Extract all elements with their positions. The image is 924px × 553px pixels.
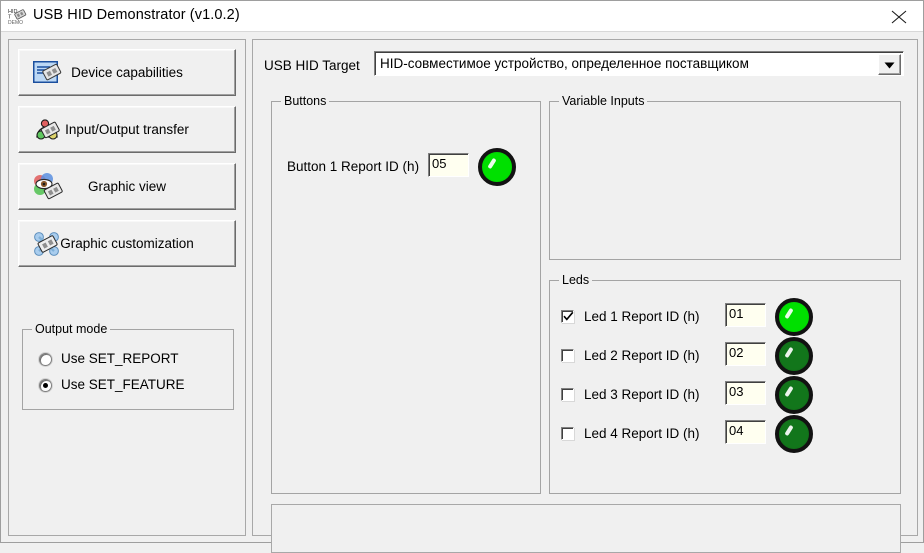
graphic-view-label: Graphic view bbox=[87, 179, 167, 194]
led2-indicator bbox=[775, 337, 813, 375]
usb-hid-target-value: HID-совместимое устройство, определенное… bbox=[380, 56, 749, 71]
button1-report-id-label: Button 1 Report ID (h) bbox=[287, 159, 420, 174]
output-mode-group: Output mode Use SET_REPORT Use SET_FEATU… bbox=[22, 322, 234, 410]
radio-use-set-report-indicator[interactable] bbox=[39, 353, 52, 366]
usb-hid-target-label: USB HID Target bbox=[264, 58, 360, 73]
graphic-view-button[interactable]: Graphic view bbox=[18, 163, 236, 210]
variable-inputs-group: Variable Inputs bbox=[549, 94, 901, 260]
device-capabilities-button[interactable]: Device capabilities bbox=[18, 49, 236, 96]
led2-label: Led 2 Report ID (h) bbox=[584, 348, 700, 363]
title-bar: HID T DEMO USB HID Demonstrator (v1.0.2) bbox=[1, 1, 923, 32]
led1-label: Led 1 Report ID (h) bbox=[584, 309, 700, 324]
led3-label: Led 3 Report ID (h) bbox=[584, 387, 700, 402]
close-button[interactable] bbox=[875, 1, 923, 30]
led4-checkbox[interactable] bbox=[561, 427, 574, 440]
leds-group: Leds Led 1 Report ID (h) 01 Led 2 Report… bbox=[549, 273, 901, 494]
right-panel: USB HID Target HID-совместимое устройств… bbox=[252, 39, 918, 553]
usb-hid-target-combobox[interactable]: HID-совместимое устройство, определенное… bbox=[374, 51, 904, 76]
led2-checkbox[interactable] bbox=[561, 349, 574, 362]
status-box bbox=[271, 504, 901, 553]
chevron-down-icon[interactable] bbox=[878, 54, 901, 75]
app-icon: HID T DEMO bbox=[8, 7, 27, 26]
radio-use-set-feature-indicator[interactable] bbox=[39, 379, 52, 392]
led3-indicator bbox=[775, 376, 813, 414]
led2-report-id-input[interactable]: 02 bbox=[725, 342, 766, 366]
led4-report-id-input[interactable]: 04 bbox=[725, 420, 766, 444]
application-window: HID T DEMO USB HID Demonstrator (v1.0.2) bbox=[0, 0, 924, 553]
graphic-customization-button[interactable]: Graphic customization bbox=[18, 220, 236, 267]
button1-led-indicator bbox=[478, 148, 516, 186]
variable-inputs-title: Variable Inputs bbox=[559, 94, 648, 108]
graphic-customization-label: Graphic customization bbox=[60, 236, 194, 251]
led3-checkbox[interactable] bbox=[561, 388, 574, 401]
input-output-transfer-button[interactable]: Input/Output transfer bbox=[18, 106, 236, 153]
led4-indicator bbox=[775, 415, 813, 453]
led1-indicator bbox=[775, 298, 813, 336]
radio-use-set-report-label: Use SET_REPORT bbox=[61, 351, 179, 366]
led4-label: Led 4 Report ID (h) bbox=[584, 426, 700, 441]
input-output-transfer-label: Input/Output transfer bbox=[65, 122, 189, 137]
buttons-group-title: Buttons bbox=[281, 94, 330, 108]
left-panel: Device capabilities Input/Output transfe… bbox=[8, 39, 246, 536]
led1-checkbox[interactable] bbox=[561, 310, 574, 323]
svg-text:DEMO: DEMO bbox=[8, 20, 23, 25]
device-capabilities-label: Device capabilities bbox=[71, 65, 183, 80]
radio-use-set-feature-label: Use SET_FEATURE bbox=[61, 377, 185, 392]
window-title: USB HID Demonstrator (v1.0.2) bbox=[33, 7, 240, 23]
button1-report-id-input[interactable]: 05 bbox=[428, 153, 469, 177]
led3-report-id-input[interactable]: 03 bbox=[725, 381, 766, 405]
led1-report-id-input[interactable]: 01 bbox=[725, 303, 766, 327]
radio-selected-dot bbox=[43, 383, 48, 388]
leds-group-title: Leds bbox=[559, 273, 593, 287]
output-mode-title: Output mode bbox=[32, 322, 111, 336]
buttons-group: Buttons Button 1 Report ID (h) 05 bbox=[271, 94, 541, 494]
